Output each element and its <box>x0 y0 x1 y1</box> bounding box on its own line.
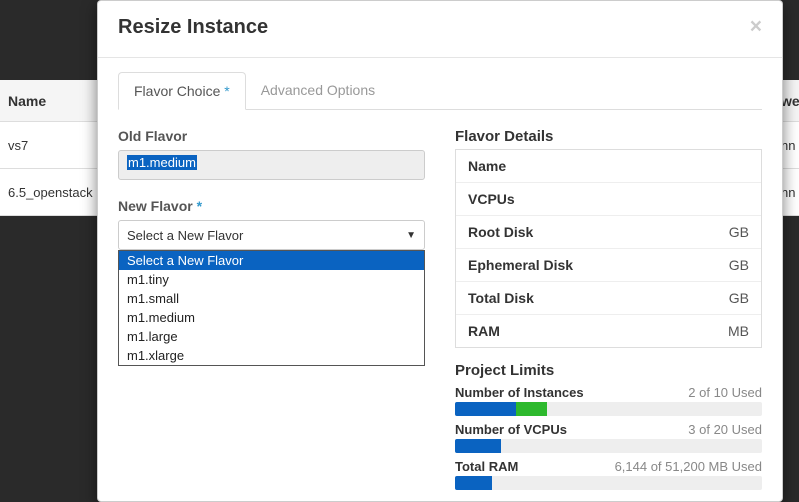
flavor-option[interactable]: Select a New Flavor <box>119 251 424 270</box>
new-flavor-label-text: New Flavor <box>118 198 193 214</box>
bg-right-cell: nn <box>781 138 795 153</box>
detail-val: GB <box>729 224 749 240</box>
required-star: * <box>197 198 202 214</box>
project-limits: Project Limits Number of Instances 2 of … <box>455 362 762 490</box>
detail-key: RAM <box>468 323 500 339</box>
new-flavor-dropdown: Select a New Flavor m1.tiny m1.small m1.… <box>118 250 425 366</box>
bg-right-cell: nn <box>781 185 795 200</box>
flavor-option[interactable]: m1.large <box>119 327 424 346</box>
bg-row-cell: 6.5_openstack <box>8 185 93 200</box>
limit-bar <box>455 402 762 416</box>
limit-label: Number of VCPUs <box>455 422 567 437</box>
chevron-down-icon: ▼ <box>406 230 416 241</box>
detail-row: RAM MB <box>456 315 761 347</box>
old-flavor-label: Old Flavor <box>118 128 425 144</box>
required-star: * <box>224 83 229 99</box>
limit-vcpus: Number of VCPUs 3 of 20 Used <box>455 422 762 453</box>
flavor-option[interactable]: m1.medium <box>119 308 424 327</box>
limit-used: 3 of 20 Used <box>688 422 762 437</box>
limit-bar-used <box>455 476 492 490</box>
right-column: Flavor Details Name VCPUs Root Disk GB Ep… <box>455 128 762 490</box>
detail-val: GB <box>729 290 749 306</box>
modal-header: Resize Instance × <box>98 1 782 58</box>
detail-key: VCPUs <box>468 191 515 207</box>
flavor-details-box: Name VCPUs Root DiskGB Ephemeral DiskGB … <box>455 149 762 348</box>
left-column: Old Flavor m1.medium New Flavor * Select… <box>118 128 425 490</box>
detail-row: Name <box>456 150 761 183</box>
resize-instance-modal: Resize Instance × Flavor Choice * Advanc… <box>97 0 783 502</box>
bg-col-name: Name <box>8 93 46 109</box>
limit-instances: Number of Instances 2 of 10 Used <box>455 385 762 416</box>
limit-bar-used <box>455 439 501 453</box>
detail-key: Root Disk <box>468 224 533 240</box>
flavor-details-heading: Flavor Details <box>455 128 762 145</box>
bg-right-h: we <box>781 93 799 109</box>
detail-row: VCPUs <box>456 183 761 216</box>
limit-ram: Total RAM 6,144 of 51,200 MB Used <box>455 459 762 490</box>
limit-bar <box>455 476 762 490</box>
tabs: Flavor Choice * Advanced Options <box>118 72 762 110</box>
detail-key: Name <box>468 158 506 174</box>
new-flavor-label: New Flavor * <box>118 198 425 214</box>
old-flavor-value: m1.medium <box>127 155 197 170</box>
modal-title: Resize Instance <box>118 16 268 39</box>
select-value: Select a New Flavor <box>127 228 243 243</box>
limit-bar-add <box>516 402 547 416</box>
detail-row: Total Disk GB <box>456 282 761 315</box>
detail-val: GB <box>729 257 749 273</box>
close-icon: × <box>750 15 762 38</box>
modal-body: Flavor Choice * Advanced Options Old Fla… <box>98 72 782 502</box>
new-flavor-select[interactable]: Select a New Flavor ▼ <box>118 220 425 250</box>
detail-row: Ephemeral Disk GB <box>456 249 761 282</box>
detail-key: Total Disk <box>468 290 534 306</box>
flavor-option[interactable]: m1.xlarge <box>119 346 424 365</box>
limit-bar <box>455 439 762 453</box>
tab-label: Advanced Options <box>261 82 375 98</box>
limit-label: Total RAM <box>455 459 518 474</box>
tab-advanced-options[interactable]: Advanced Options <box>246 72 390 109</box>
tab-flavor-choice[interactable]: Flavor Choice * <box>118 72 246 110</box>
flavor-option[interactable]: m1.tiny <box>119 270 424 289</box>
close-button[interactable]: × <box>750 16 762 37</box>
tab-label: Flavor Choice <box>134 83 220 99</box>
limit-used: 2 of 10 Used <box>688 385 762 400</box>
project-limits-heading: Project Limits <box>455 362 762 379</box>
flavor-option[interactable]: m1.small <box>119 289 424 308</box>
limit-bar-used <box>455 402 516 416</box>
old-flavor-field: m1.medium <box>118 150 425 180</box>
limit-label: Number of Instances <box>455 385 584 400</box>
detail-row: Root Disk GB <box>456 216 761 249</box>
detail-val: MB <box>728 323 749 339</box>
detail-key: Ephemeral Disk <box>468 257 573 273</box>
limit-used: 6,144 of 51,200 MB Used <box>615 459 762 474</box>
bg-row-cell: vs7 <box>8 138 28 153</box>
